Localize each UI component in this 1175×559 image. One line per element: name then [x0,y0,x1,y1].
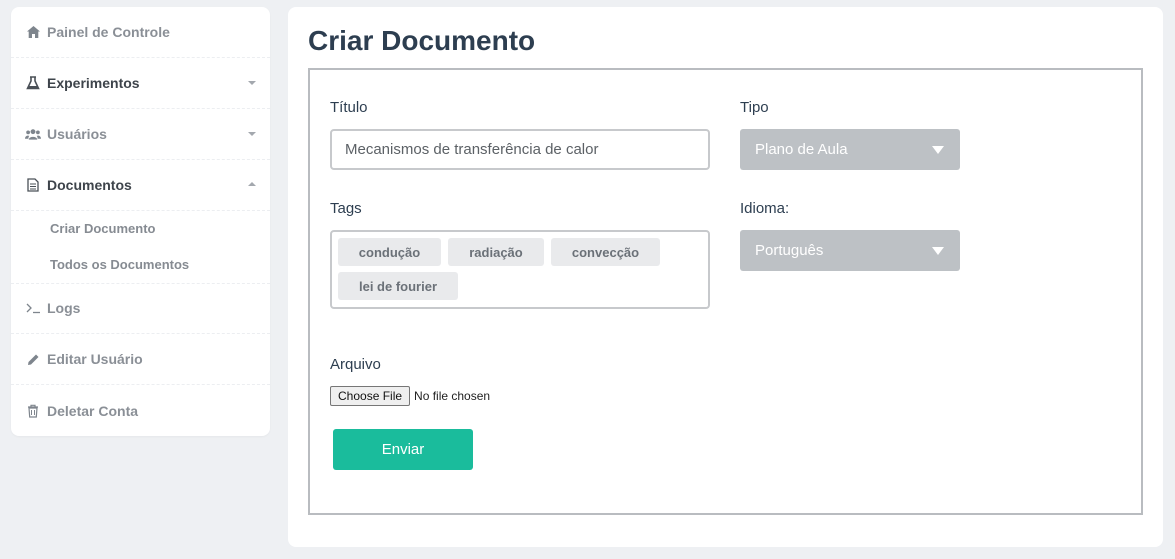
type-label: Tipo [740,99,769,116]
pencil-icon [25,351,41,367]
users-icon [25,126,41,142]
page-title: Criar Documento [308,25,536,56]
sidebar: Painel de Controle Experimentos Usuários… [11,7,270,436]
chevron-down-icon [248,132,256,136]
tag-chip[interactable]: condução [338,238,441,266]
document-icon [25,177,41,193]
language-select-value: Português [755,242,824,259]
sidebar-item-label: Usuários [47,126,107,142]
title-input-value: Mecanismos de transferência de calor [345,141,599,158]
flask-icon [25,75,41,91]
tags-label: Tags [330,200,362,217]
tags-input[interactable]: condução radiação convecção lei de fouri… [330,230,710,309]
dropdown-arrow-icon [932,146,944,154]
trash-icon [25,403,41,419]
sidebar-item-painel-de-controle[interactable]: Painel de Controle [11,7,270,58]
chevron-up-icon [248,182,256,186]
file-status: No file chosen [414,389,491,403]
sidebar-item-logs[interactable]: Logs [11,283,270,334]
type-select[interactable]: Plano de Aula [740,129,960,170]
sidebar-item-label: Editar Usuário [47,351,143,367]
sidebar-item-experimentos[interactable]: Experimentos [11,58,270,109]
file-label: Arquivo [330,356,381,373]
submit-button[interactable]: Enviar [333,429,473,470]
chevron-down-icon [248,81,256,85]
language-label: Idioma: [740,200,790,217]
sidebar-item-label: Logs [47,300,81,316]
sidebar-item-documentos[interactable]: Documentos [11,160,270,211]
sidebar-item-label: Documentos [47,177,132,193]
title-label: Título [330,99,368,116]
sidebar-item-label: Painel de Controle [47,24,170,40]
sidebar-subitem-criar-documento[interactable]: Criar Documento [50,221,155,236]
tag-chip[interactable]: convecção [551,238,660,266]
sidebar-subitem-todos-documentos[interactable]: Todos os Documentos [50,257,189,272]
sidebar-item-editar-usuario[interactable]: Editar Usuário [11,334,270,385]
sidebar-item-label: Deletar Conta [47,402,139,419]
sidebar-item-label: Experimentos [47,75,140,91]
sidebar-item-deletar-conta[interactable]: Deletar Conta [11,385,270,436]
home-icon [25,24,41,40]
document-form: Título Mecanismos de transferência de ca… [308,68,1143,515]
title-input[interactable]: Mecanismos de transferência de calor [330,129,710,170]
type-select-value: Plano de Aula [755,141,848,158]
choose-file-button[interactable]: Choose File [330,386,411,406]
dropdown-arrow-icon [932,247,944,255]
tag-chip[interactable]: lei de fourier [338,272,458,300]
language-select[interactable]: Português [740,230,960,271]
tag-chip[interactable]: radiação [448,238,544,266]
file-input[interactable]: Choose File No file chosen [330,386,490,406]
main-panel: Criar Documento Título Mecanismos de tra… [288,7,1163,547]
terminal-icon [25,300,41,316]
sidebar-item-usuarios[interactable]: Usuários [11,109,270,160]
